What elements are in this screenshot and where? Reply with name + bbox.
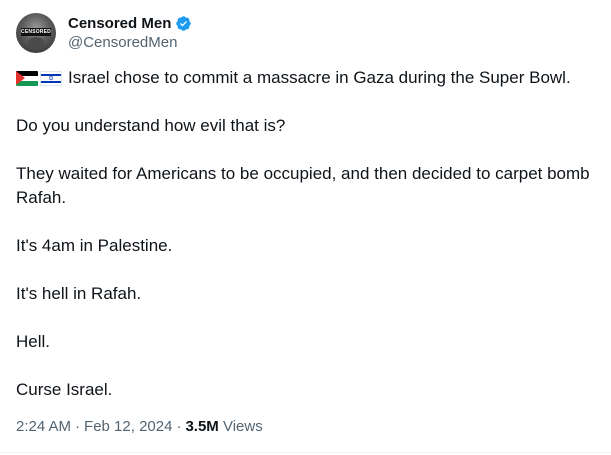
tweet-body: ✡ Israel chose to commit a massacre in G…	[16, 66, 596, 402]
tweet-paragraph: Curse Israel.	[16, 380, 113, 399]
author-handle[interactable]: @CensoredMen	[68, 33, 192, 53]
tweet-paragraph: They waited for Americans to be occupied…	[16, 164, 590, 207]
palestine-flag-icon	[16, 71, 38, 86]
tweet-paragraph: It's 4am in Palestine.	[16, 236, 173, 255]
author-names: Censored Men @CensoredMen	[68, 13, 192, 53]
author-display-name[interactable]: Censored Men	[68, 15, 171, 32]
flag-emojis: ✡	[16, 71, 64, 86]
avatar-censored-bar: CENSORED	[21, 28, 51, 36]
name-row: Censored Men	[68, 13, 192, 33]
tweet-meta: 2:24 AM · Feb 12, 2024 · 3.5M Views	[16, 417, 263, 437]
verified-badge-icon[interactable]	[175, 15, 192, 32]
tweet-paragraph: Do you understand how evil that is?	[16, 116, 286, 135]
israel-flag-icon: ✡	[40, 71, 62, 86]
tweet-date[interactable]: Feb 12, 2024	[84, 418, 172, 435]
tweet-paragraph: ✡ Israel chose to commit a massacre in G…	[16, 66, 596, 90]
tweet-first-line: Israel chose to commit a massacre in Gaz…	[68, 68, 571, 87]
tweet-card: CENSORED Censored Men @CensoredMen ✡ Isr…	[0, 0, 611, 455]
tweet-paragraph: Hell.	[16, 332, 51, 351]
bottom-divider	[0, 452, 611, 453]
views-count[interactable]: 3.5M	[185, 418, 218, 435]
avatar-face	[28, 37, 44, 49]
meta-separator: ·	[176, 418, 182, 435]
tweet-paragraph: It's hell in Rafah.	[16, 284, 142, 303]
views-label[interactable]: Views	[223, 418, 263, 435]
meta-separator: ·	[75, 418, 81, 435]
avatar[interactable]: CENSORED	[16, 13, 56, 53]
tweet-header: CENSORED Censored Men @CensoredMen	[16, 12, 192, 54]
tweet-time[interactable]: 2:24 AM	[16, 418, 71, 435]
